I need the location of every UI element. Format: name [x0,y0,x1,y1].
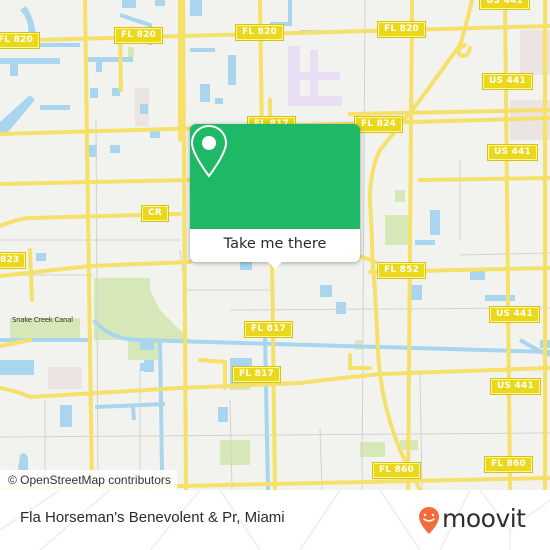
canal-label: Snake Creek Canal [12,316,73,324]
institutional-area [288,46,342,106]
road-shield: FL 817 [231,366,282,383]
logo-text: moovit [442,504,526,533]
road-shield: US 441 [482,73,533,90]
road-shield: CR [141,205,169,222]
popup-tail [267,261,283,269]
popup-header [190,124,360,229]
road-shield: FL 852 [376,262,427,279]
road-shield: US 441 [490,378,541,395]
attribution-text: © OpenStreetMap contributors [8,473,171,487]
road-shield: FL 820 [0,32,41,49]
map[interactable]: FL 820 FL 820 FL 820 FL 820 US 441 FL 81… [0,0,550,490]
road-shield: US 441 [489,306,540,323]
moovit-logo[interactable]: moovit [418,504,548,536]
take-me-there-button[interactable]: Take me there [190,229,360,262]
footer: Fla Horseman's Benevolent & Pr, Miami mo… [0,490,550,550]
road-shield: FL 824 [353,116,404,133]
road-shield: FL 817 [243,321,294,338]
road-shield: FL 860 [483,456,534,473]
moovit-pin-icon [419,507,439,534]
map-pin-icon [190,124,228,178]
road-shield: FL 820 [113,27,164,44]
place-name: Fla Horseman's Benevolent & Pr, Miami [20,509,285,526]
road-shield: FL 820 [234,24,285,41]
road-shield: US 441 [479,0,530,10]
road-shield: 823 [0,252,27,269]
map-attribution[interactable]: © OpenStreetMap contributors [0,470,177,490]
road-shield: FL 860 [371,462,422,479]
location-popup: Take me there [190,124,360,269]
road-shield: US 441 [487,144,538,161]
road-shield: FL 820 [376,21,427,38]
